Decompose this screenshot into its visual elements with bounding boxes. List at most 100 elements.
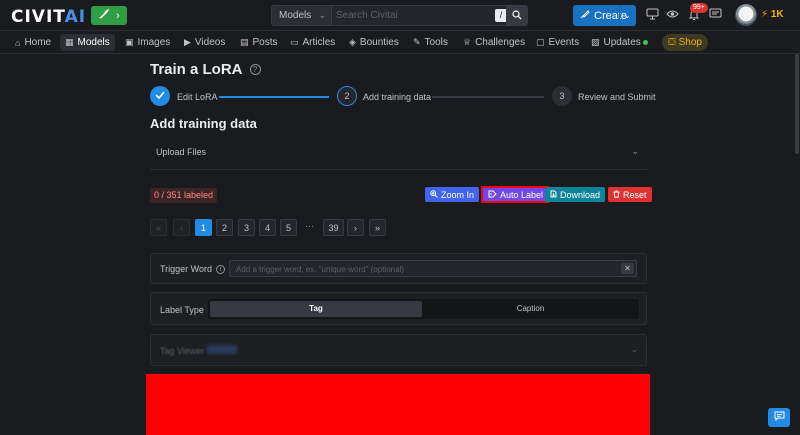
chevron-right-icon: ›: [115, 9, 120, 22]
label-type-option-caption[interactable]: Caption: [424, 301, 637, 317]
page-scrollbar[interactable]: [795, 54, 799, 154]
help-icon[interactable]: ?: [249, 64, 261, 75]
nav-item-tools[interactable]: ✎ Tools: [408, 34, 453, 51]
civitai-logo[interactable]: CIVITAI: [11, 7, 86, 27]
notification-badge: 99+: [690, 3, 708, 13]
buzz-amount: 1K: [770, 9, 784, 20]
nav-item-label: Posts: [252, 37, 278, 48]
nav-item-label: Articles: [302, 37, 336, 48]
page-title: Train a LoRA ?: [150, 61, 261, 78]
article-icon: ▭: [290, 37, 299, 47]
tag-viewer-count-badge: [207, 345, 237, 354]
nav-item-label: Models: [77, 37, 110, 48]
updates-indicator-dot: [643, 40, 648, 45]
pagination-prev-button[interactable]: ‹: [173, 219, 190, 236]
label-type-option-tag[interactable]: Tag: [210, 301, 422, 317]
search-scope-select[interactable]: Models ⌄: [272, 6, 332, 25]
reset-button[interactable]: Reset: [608, 187, 652, 202]
nav-item-models[interactable]: ▦ Models: [60, 34, 115, 51]
pagination-page-5[interactable]: 5: [280, 219, 297, 236]
chevron-down-icon[interactable]: ⌄: [623, 10, 631, 21]
search-input[interactable]: [336, 8, 496, 23]
eye-icon[interactable]: [665, 8, 679, 22]
top-header: CIVITAI › Models⌄ / Create ⌄ 99+: [0, 0, 800, 31]
nav-item-events[interactable]: ▢ Events: [531, 34, 584, 51]
pagination-page-last[interactable]: 39: [323, 219, 344, 236]
nav-item-home[interactable]: ⌂ Home: [10, 34, 56, 51]
brush-icon: [580, 9, 590, 22]
download-button[interactable]: Download: [545, 187, 606, 202]
layout-icon: ▤: [240, 37, 249, 47]
section-title: Add training data: [150, 116, 257, 131]
trigger-word-field: ✕: [229, 260, 637, 277]
chevron-down-icon: ⌄: [630, 344, 638, 354]
auto-label-button[interactable]: Auto Label: [481, 186, 551, 203]
nav-item-updates[interactable]: ▧ Updates: [586, 34, 646, 51]
create-label: Create: [594, 9, 628, 22]
nav-item-videos[interactable]: ▶ Videos: [179, 34, 230, 51]
nav-item-label: Updates: [603, 37, 641, 48]
nav-item-label: Tools: [424, 37, 448, 48]
step-2-number: 2: [344, 91, 350, 101]
pagination-last-button[interactable]: »: [369, 219, 386, 236]
chevron-down-icon: ⌄: [318, 10, 326, 20]
nav-item-images[interactable]: ▣ Images: [120, 34, 175, 51]
pagination-page-1[interactable]: 1: [195, 219, 212, 236]
nav-item-bounties[interactable]: ◈ Bounties: [344, 34, 404, 51]
chat-icon[interactable]: [708, 8, 722, 22]
tag-viewer-panel[interactable]: Tag Viewer ⌄: [150, 334, 647, 366]
nav-item-challenges[interactable]: ♕ Challenges: [458, 34, 530, 51]
nav-item-label: Bounties: [359, 37, 399, 48]
nav-item-articles[interactable]: ▭ Articles: [285, 34, 340, 51]
support-chat-button[interactable]: [768, 408, 790, 427]
reset-label: Reset: [623, 189, 647, 200]
create-button-divider: [619, 5, 620, 26]
step-3-label: Review and Submit: [578, 92, 656, 102]
user-avatar[interactable]: [735, 4, 757, 26]
create-button[interactable]: Create ⌄: [573, 5, 636, 26]
pagination-first-button[interactable]: «: [150, 219, 167, 236]
search-button[interactable]: [506, 6, 527, 25]
check-icon: [155, 91, 165, 101]
shop-button[interactable]: ⛋ Shop: [662, 34, 708, 51]
label-type-segmented-control: Tag Caption: [208, 299, 639, 319]
step-1-circle[interactable]: [150, 86, 170, 106]
video-icon: ▶: [184, 37, 191, 47]
labeled-count-badge: 0 / 351 labeled: [150, 188, 218, 203]
trigger-word-label-text: Trigger Word: [160, 264, 213, 274]
green-brand-badge[interactable]: ›: [91, 6, 127, 25]
tag-icon: [488, 190, 497, 200]
pagination-next-button[interactable]: ›: [347, 219, 364, 236]
pagination-page-3[interactable]: 3: [238, 219, 255, 236]
clear-icon[interactable]: ✕: [621, 263, 634, 274]
chevron-down-icon: ⌄: [631, 146, 639, 156]
redacted-region: [146, 374, 650, 435]
moneybag-icon: ◈: [349, 37, 356, 47]
pagination-page-4[interactable]: 4: [259, 219, 276, 236]
label-type-panel: Label Type Tag Caption: [150, 292, 647, 325]
nav-item-posts[interactable]: ▤ Posts: [235, 34, 283, 51]
tools-icon: ✎: [413, 37, 421, 47]
monitor-icon[interactable]: [645, 8, 659, 22]
upload-files-accordion[interactable]: Upload Files ⌄: [150, 140, 647, 170]
zoom-in-icon: [430, 189, 438, 200]
trigger-word-input[interactable]: [236, 263, 606, 275]
nav-item-label: Videos: [194, 37, 226, 48]
page-title-text: Train a LoRA: [150, 61, 243, 78]
news-icon: ▧: [591, 37, 600, 47]
nav-item-label: Home: [24, 37, 52, 48]
trash-icon: [613, 190, 620, 200]
buzz-balance[interactable]: ⚡ 1K: [761, 9, 784, 20]
trigger-word-label: Trigger Word i: [160, 264, 226, 274]
zoom-in-button[interactable]: Zoom In: [425, 187, 480, 202]
rocket-icon: [98, 8, 110, 23]
search-bar: Models⌄ /: [271, 5, 528, 26]
nav-item-label: Challenges: [475, 37, 526, 48]
info-icon[interactable]: i: [216, 264, 226, 274]
step-2-circle[interactable]: 2: [337, 86, 357, 106]
message-icon: [774, 411, 785, 424]
upload-files-label: Upload Files: [156, 147, 207, 157]
logo-accent-text: AI: [64, 7, 87, 27]
pagination-page-2[interactable]: 2: [216, 219, 233, 236]
step-3-circle[interactable]: 3: [552, 86, 572, 106]
